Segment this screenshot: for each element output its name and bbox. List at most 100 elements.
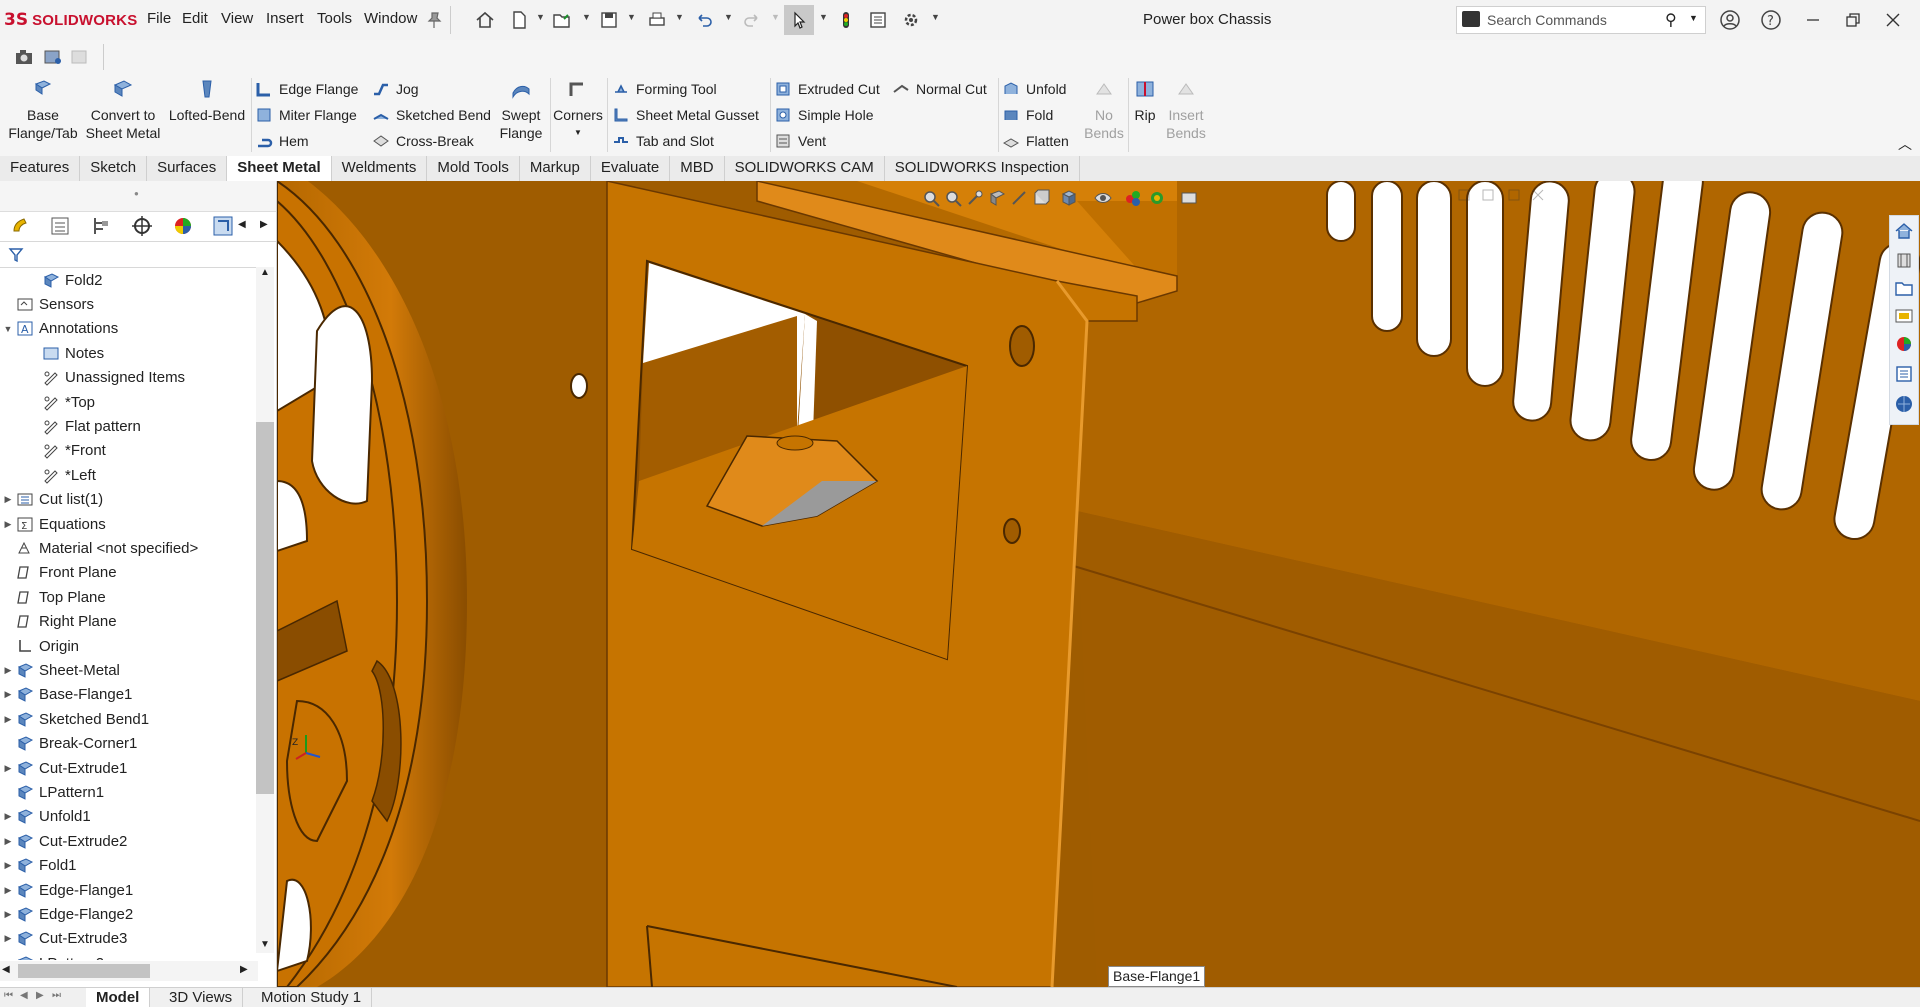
tab-3d-views[interactable]: 3D Views [159, 988, 244, 1007]
corners-button[interactable]: Corners ▼ [553, 78, 603, 142]
rebuild-icon[interactable] [834, 8, 858, 32]
solidworks-logo[interactable]: 3S SOLIDWORKS [4, 9, 137, 31]
undo-icon[interactable] [692, 8, 716, 32]
view-settings-icon[interactable] [1180, 189, 1198, 207]
tab-markup[interactable]: Markup [520, 156, 591, 181]
file-explorer-icon[interactable] [1894, 278, 1914, 298]
home-icon[interactable] [473, 8, 497, 32]
tree-item[interactable]: ▶ Cut list(1) [0, 488, 255, 512]
hide-show-items-icon[interactable] [1094, 189, 1112, 207]
tree-item[interactable]: Origin [0, 634, 255, 658]
last-tab-icon[interactable]: ⏭ [52, 990, 61, 1001]
feature-manager-tab-icon[interactable] [10, 215, 32, 237]
tree-item[interactable]: Material <not specified> [0, 536, 255, 560]
open-icon[interactable] [550, 8, 574, 32]
design-library-icon[interactable] [1894, 250, 1914, 270]
cam-tab-icon[interactable] [212, 215, 234, 237]
unfold-button[interactable]: Unfold [1002, 78, 1066, 100]
horizontal-scroll-thumb[interactable] [18, 964, 150, 978]
capture-icon[interactable] [43, 48, 63, 66]
tree-item[interactable]: *Front [0, 439, 256, 463]
vertical-scroll-thumb[interactable] [256, 422, 274, 794]
menu-edit[interactable]: Edit [182, 10, 208, 27]
dynamic-annotation-icon[interactable] [1010, 189, 1028, 207]
expand-arrow-icon[interactable]: ▶ [0, 689, 16, 700]
display-manager-tab-icon[interactable] [172, 215, 194, 237]
next-tab-icon[interactable]: ▶ [36, 990, 44, 1001]
tree-item[interactable]: Top Plane [0, 585, 255, 609]
options-gear-icon[interactable] [899, 8, 923, 32]
tab-weldments[interactable]: Weldments [332, 156, 428, 181]
tree-item[interactable]: ▶ Base-Flange1 [0, 683, 255, 707]
options-dropdown-icon[interactable]: ▼ [931, 12, 940, 22]
select-dropdown-icon[interactable]: ▼ [819, 12, 828, 22]
undo-dropdown-icon[interactable]: ▼ [724, 12, 733, 22]
tree-item[interactable]: LPattern2 [0, 951, 255, 960]
appearances-icon[interactable] [1894, 334, 1914, 354]
panel-grip-icon[interactable]: ● [134, 189, 139, 198]
expand-arrow-icon[interactable]: ▶ [0, 714, 16, 725]
tree-item[interactable]: Unassigned Items [0, 366, 256, 390]
menu-window[interactable]: Window [364, 10, 417, 27]
tree-item[interactable]: Sensors [0, 292, 255, 316]
tree-item[interactable]: Front Plane [0, 561, 255, 585]
expand-arrow-icon[interactable]: ▶ [0, 933, 16, 944]
property-manager-tab-icon[interactable] [49, 215, 71, 237]
print-dropdown-icon[interactable]: ▼ [675, 12, 684, 22]
tab-scroll-right-icon[interactable]: ▶ [260, 219, 268, 230]
file-properties-icon[interactable] [866, 8, 890, 32]
expand-arrow-icon[interactable]: ▶ [0, 811, 16, 822]
configuration-manager-tab-icon[interactable] [90, 215, 112, 237]
menu-view[interactable]: View [221, 10, 253, 27]
base-flange-button[interactable]: Base Flange/Tab [8, 78, 78, 142]
new-document-icon[interactable] [507, 8, 531, 32]
expand-arrow-icon[interactable]: ▶ [0, 836, 16, 847]
save-icon[interactable] [597, 8, 621, 32]
extruded-cut-button[interactable]: Extruded Cut [774, 78, 880, 100]
tree-item[interactable]: Right Plane [0, 610, 255, 634]
previous-view-icon[interactable] [966, 189, 984, 207]
select-icon[interactable] [784, 5, 814, 35]
lofted-bend-button[interactable]: Lofted-Bend [166, 78, 248, 124]
normal-cut-button[interactable]: Normal Cut [892, 78, 987, 100]
tree-item[interactable]: ▶ Fold1 [0, 854, 255, 878]
tree-item[interactable]: ▶ Σ Equations [0, 512, 255, 536]
scroll-right-icon[interactable]: ▶ [240, 964, 248, 975]
new-dropdown-icon[interactable]: ▼ [536, 12, 545, 22]
tree-item[interactable]: Fold2 [0, 268, 256, 292]
sheet-metal-gusset-button[interactable]: Sheet Metal Gusset [612, 104, 759, 126]
view-orientation-icon[interactable] [1032, 189, 1050, 207]
tree-horizontal-scrollbar[interactable]: ◀ ▶ [0, 961, 258, 981]
tab-scroll-left-icon[interactable]: ◀ [238, 219, 246, 230]
tab-surfaces[interactable]: Surfaces [147, 156, 228, 181]
expand-arrow-icon[interactable]: ▶ [0, 519, 16, 530]
zoom-to-area-icon[interactable] [944, 189, 962, 207]
simple-hole-button[interactable]: Simple Hole [774, 104, 873, 126]
scroll-left-icon[interactable]: ◀ [2, 964, 10, 975]
expand-arrow-icon[interactable]: ▶ [0, 909, 16, 920]
tree-item[interactable]: LPattern1 [0, 780, 255, 804]
view-palette-icon[interactable] [1894, 306, 1914, 326]
tab-model[interactable]: Model [86, 988, 151, 1007]
tree-item[interactable]: *Left [0, 463, 256, 487]
display-style-icon[interactable] [1060, 189, 1078, 207]
tree-item[interactable]: *Top [0, 390, 256, 414]
tab-motion-study-1[interactable]: Motion Study 1 [251, 988, 373, 1007]
tree-item[interactable]: Break-Corner1 [0, 732, 255, 756]
zoom-to-fit-icon[interactable] [922, 189, 940, 207]
expand-arrow-icon[interactable]: ▼ [0, 324, 16, 334]
menu-file[interactable]: File [147, 10, 171, 27]
search-icon[interactable]: ⚲ [1665, 10, 1677, 30]
edit-appearance-icon[interactable] [1124, 189, 1142, 207]
expand-arrow-icon[interactable]: ▶ [0, 885, 16, 896]
flatten-button[interactable]: Flatten [1002, 130, 1069, 152]
swept-flange-button[interactable]: Swept Flange [496, 78, 546, 142]
viewport-window-controls[interactable] [1457, 187, 1547, 203]
tree-filter[interactable] [0, 243, 270, 268]
tree-item[interactable]: ▶ Cut-Extrude3 [0, 927, 255, 951]
tab-sketch[interactable]: Sketch [80, 156, 148, 181]
pin-icon[interactable] [422, 8, 446, 32]
tree-item[interactable]: Notes [0, 341, 256, 365]
collapse-ribbon-icon[interactable]: ︿ [1898, 134, 1912, 154]
camera-icon[interactable] [14, 48, 34, 66]
